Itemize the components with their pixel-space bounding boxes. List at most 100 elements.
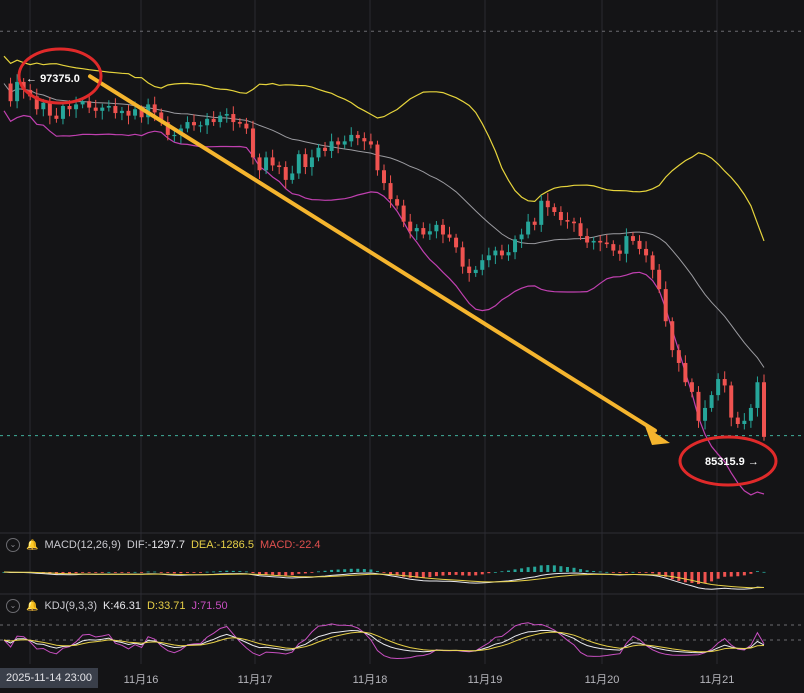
candle-body: [598, 240, 603, 243]
macd-value: -22.4: [295, 539, 321, 551]
x-tick-label: 11月20: [584, 674, 620, 686]
candle-body: [637, 240, 642, 249]
bollinger-upper-line: [3, 55, 765, 242]
candle-body: [447, 234, 452, 238]
macd-histogram-bar: [592, 570, 596, 572]
candle-body: [578, 223, 583, 237]
candle-body: [440, 224, 445, 235]
candle-body: [93, 107, 98, 111]
k-label: K:: [103, 600, 114, 612]
candle-body: [198, 125, 203, 127]
dea-label: DEA:: [190, 539, 217, 551]
candle-body: [329, 141, 334, 151]
candle-body: [617, 250, 622, 254]
macd-histogram-bar: [546, 565, 550, 572]
macd-histogram-bar: [448, 572, 452, 576]
macd-histogram-bar: [670, 572, 674, 580]
candle-body: [119, 110, 124, 114]
candle-body: [703, 407, 708, 421]
macd-histogram-bar: [349, 568, 353, 572]
macd-histogram-bar: [375, 571, 379, 572]
macd-histogram-bar: [94, 572, 98, 573]
macd-histogram-bar: [231, 570, 235, 572]
macd-histogram-bar: [461, 572, 465, 576]
macd-histogram-bar: [310, 572, 314, 573]
candle-body: [8, 83, 13, 102]
macd-histogram-bar: [356, 568, 360, 572]
macd-legend: ⌄ 🔔 MACD(12,26,9) DIF:-1297.7 DEA:-1286.…: [6, 538, 321, 552]
candle-body: [709, 395, 714, 408]
candle-body: [395, 199, 400, 206]
candle-body: [755, 382, 760, 408]
j-value: 71.50: [200, 600, 228, 612]
candle-body: [382, 170, 386, 184]
candle-body: [218, 115, 223, 123]
low-price-value: 85315.9: [705, 456, 745, 468]
macd-histogram-bar: [638, 572, 642, 573]
candle-body: [689, 382, 694, 392]
macd-histogram-bar: [618, 572, 622, 573]
macd-histogram-bar: [729, 572, 733, 577]
macd-dea-line: [3, 571, 765, 589]
macd-histogram-bar: [330, 569, 334, 572]
macd-histogram-bar: [742, 572, 746, 576]
macd-histogram-bar: [172, 572, 176, 574]
candle-body: [729, 385, 734, 418]
collapse-kdj-icon[interactable]: ⌄: [6, 599, 20, 613]
candle-body: [205, 118, 210, 126]
candle-body: [133, 109, 138, 116]
macd-histogram-bar: [487, 572, 491, 574]
trend-arrow-shaft: [88, 74, 657, 433]
macd-histogram-bar: [506, 570, 510, 572]
candle-body: [434, 224, 439, 232]
macd-histogram-bar: [736, 572, 740, 577]
candle-body: [506, 252, 511, 256]
macd-histogram-bar: [185, 572, 189, 573]
macd-histogram-bar: [277, 572, 281, 576]
candle-body: [87, 101, 92, 108]
candle-body: [630, 236, 635, 241]
chart-root[interactable]: ⌄ 🔔 MACD(12,26,9) DIF:-1297.7 DEA:-1286.…: [0, 0, 804, 688]
macd-histogram-bar: [408, 572, 412, 578]
macd-histogram-bar: [500, 571, 504, 573]
macd-histogram-bar: [87, 572, 91, 573]
macd-histogram-bar: [382, 572, 386, 573]
macd-histogram-bar: [336, 569, 340, 572]
macd-histogram-bar: [218, 571, 222, 572]
x-tick-label: 11月18: [352, 674, 388, 686]
macd-histogram-bar: [526, 567, 530, 572]
price-chart[interactable]: [0, 0, 804, 688]
candle-body: [283, 167, 288, 180]
candle-body: [716, 379, 721, 396]
macd-histogram-bar: [474, 572, 478, 576]
candle-body: [486, 255, 491, 261]
macd-histogram-bar: [552, 565, 556, 572]
macd-histogram-bar: [579, 569, 583, 572]
candle-body: [257, 157, 262, 171]
d-value: 33.71: [157, 600, 186, 612]
candle-body: [545, 200, 550, 208]
collapse-macd-icon[interactable]: ⌄: [6, 538, 20, 552]
macd-histogram-bar: [710, 572, 714, 582]
candle-body: [604, 242, 609, 245]
candle-body: [565, 220, 570, 222]
macd-histogram-bar: [428, 572, 432, 578]
candle-body: [539, 200, 544, 225]
alert-bell-icon[interactable]: 🔔: [26, 540, 38, 551]
kdj-title: KDJ(9,3,3): [44, 600, 98, 612]
d-label: D:: [146, 600, 158, 612]
candle-body: [421, 228, 426, 235]
candle-body: [309, 157, 314, 168]
candle-body: [480, 260, 485, 270]
macd-histogram-bar: [624, 572, 628, 573]
candle-body: [60, 106, 65, 119]
candle-body: [388, 183, 393, 200]
alert-bell-icon[interactable]: 🔔: [26, 601, 38, 612]
candle-body: [152, 104, 157, 113]
macd-histogram-bar: [565, 567, 569, 572]
macd-histogram-bar: [362, 569, 366, 572]
candle-body: [532, 221, 537, 225]
macd-hist-label: MACD:: [259, 539, 296, 551]
dif-value: -1297.7: [147, 539, 185, 551]
macd-histogram-bar: [205, 571, 209, 573]
